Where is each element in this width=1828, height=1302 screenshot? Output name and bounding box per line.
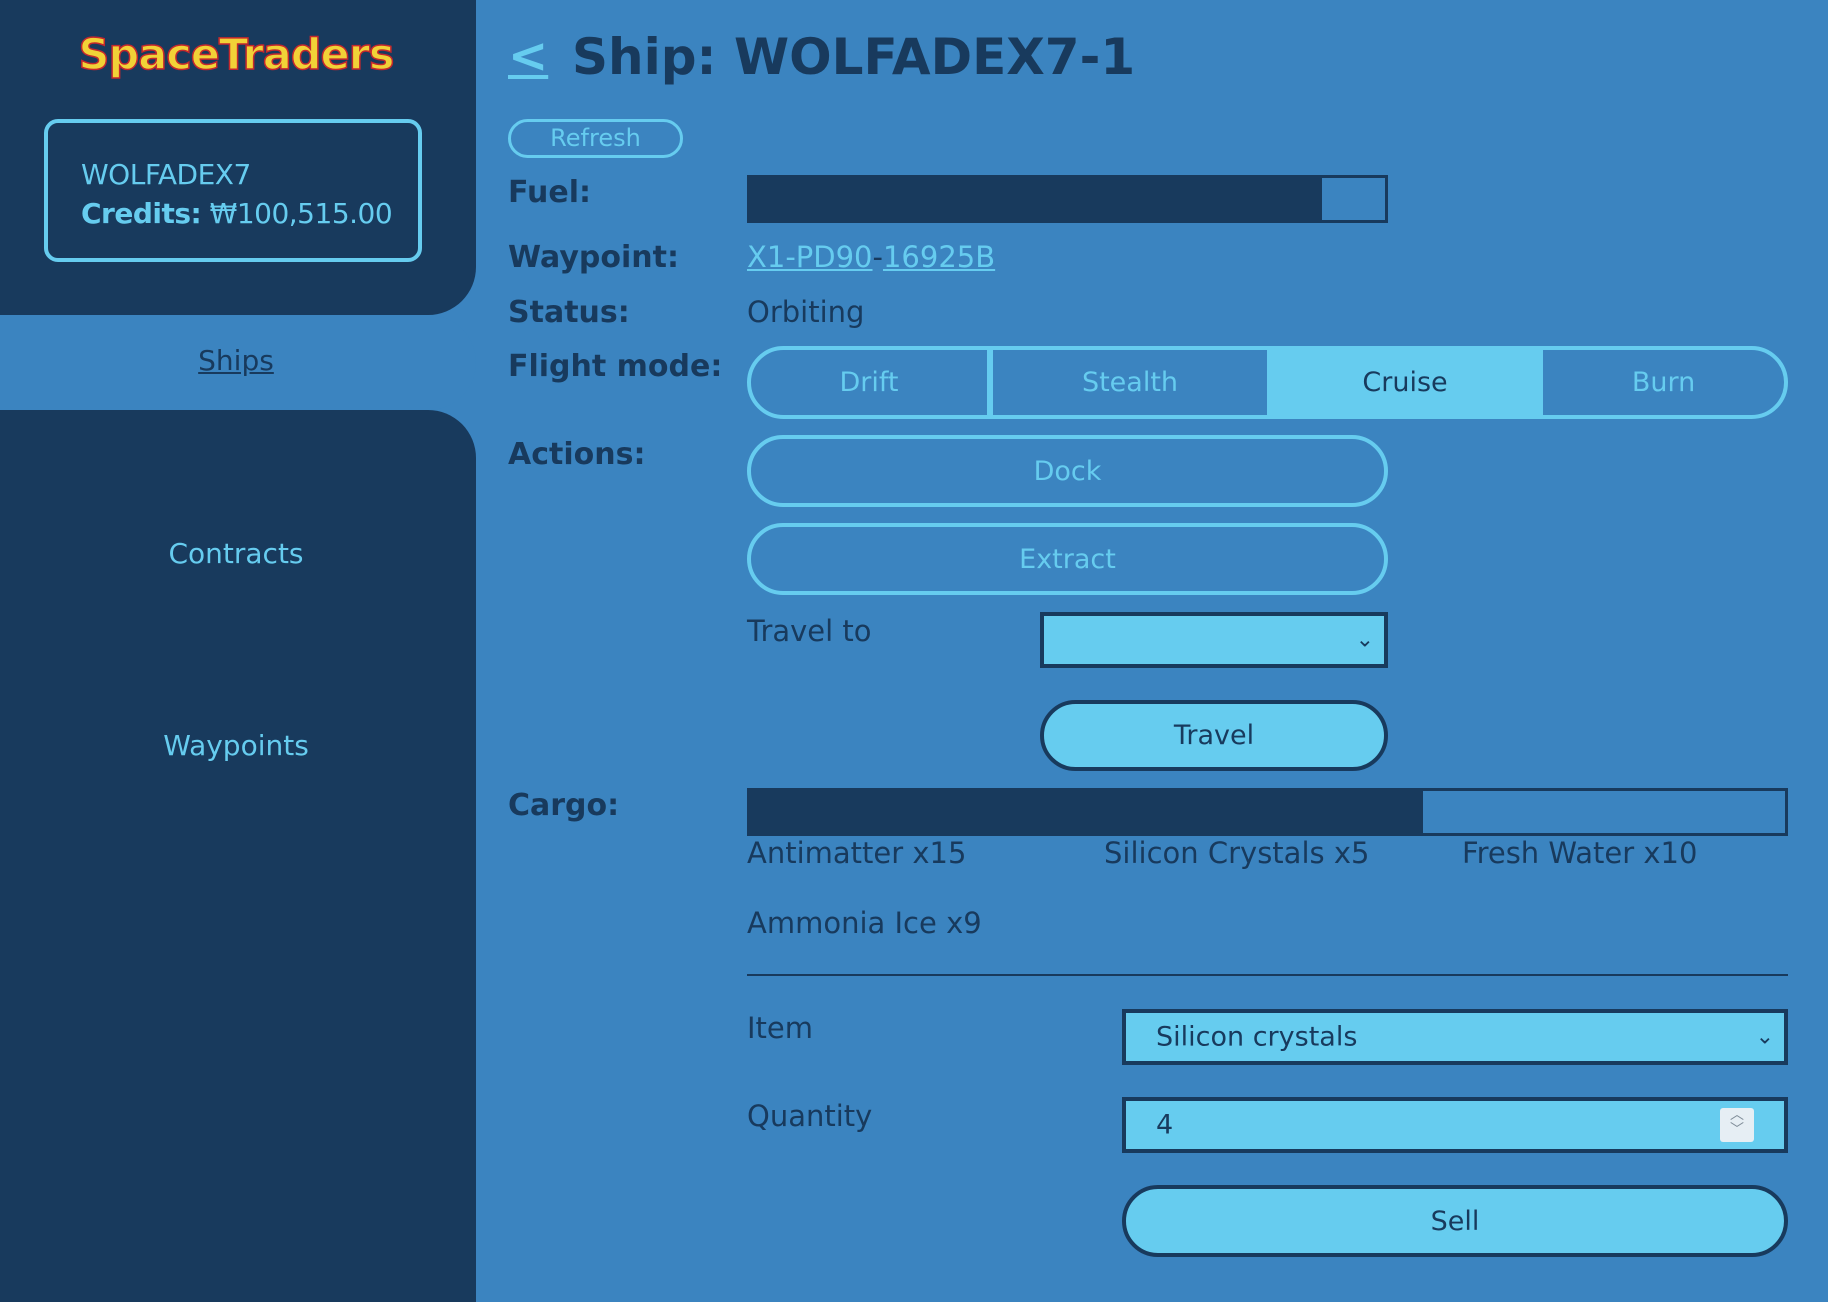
flight-mode-selector: Drift Stealth Cruise Burn — [747, 346, 1788, 419]
waypoint-id-link[interactable]: 16925B — [883, 240, 995, 274]
back-link[interactable]: < — [508, 28, 548, 84]
quantity-stepper-icon[interactable]: ︿ ﹀ — [1720, 1108, 1754, 1142]
cargo-item: Fresh Water x10 — [1462, 836, 1698, 870]
flight-mode-drift[interactable]: Drift — [751, 350, 993, 415]
account-username: WOLFADEX7 — [81, 158, 251, 191]
nav-item-waypoints[interactable]: Waypoints — [0, 729, 472, 762]
travel-to-label: Travel to — [747, 614, 872, 648]
app-logo: SpaceTraders — [78, 29, 396, 81]
item-label: Item — [747, 1011, 814, 1045]
fuel-label: Fuel: — [508, 175, 591, 210]
waypoint-separator: - — [872, 240, 883, 274]
quantity-input[interactable]: 4 ︿ ﹀ — [1122, 1097, 1788, 1153]
dock-button[interactable]: Dock — [747, 435, 1388, 507]
flight-mode-burn[interactable]: Burn — [1543, 350, 1784, 415]
item-select[interactable]: Silicon crystals ⌄ — [1122, 1009, 1788, 1065]
account-card: WOLFADEX7 Credits: ₩100,515.00 — [44, 119, 422, 262]
sidebar: SpaceTraders WOLFADEX7 Credits: ₩100,515… — [0, 0, 476, 1302]
flight-mode-stealth[interactable]: Stealth — [993, 350, 1267, 415]
status-label: Status: — [508, 295, 630, 330]
cargo-bar-fill — [750, 791, 1423, 833]
quantity-value: 4 — [1156, 1109, 1174, 1141]
waypoint-system-link[interactable]: X1-PD90 — [747, 240, 873, 274]
fuel-bar — [747, 175, 1388, 223]
travel-to-select[interactable]: ⌄ — [1040, 612, 1388, 668]
quantity-label: Quantity — [747, 1099, 873, 1133]
waypoint-value: X1-PD90-16925B — [747, 240, 995, 274]
flight-mode-label: Flight mode: — [508, 349, 723, 384]
cargo-item: Antimatter x15 — [747, 836, 967, 870]
cargo-divider — [747, 974, 1788, 976]
waypoint-label: Waypoint: — [508, 240, 679, 275]
item-select-value: Silicon crystals — [1156, 1021, 1358, 1053]
chevron-down-icon: ⌄ — [1755, 1024, 1774, 1050]
fuel-bar-fill — [750, 178, 1322, 220]
cargo-item: Silicon Crystals x5 — [1104, 836, 1370, 870]
refresh-button[interactable]: Refresh — [508, 119, 683, 158]
account-credits: Credits: ₩100,515.00 — [81, 197, 393, 230]
credits-label: Credits: — [81, 197, 202, 230]
page-title: Ship: WOLFADEX7-1 — [572, 28, 1136, 86]
cargo-item: Ammonia Ice x9 — [747, 906, 982, 940]
actions-label: Actions: — [508, 437, 646, 472]
extract-button[interactable]: Extract — [747, 523, 1388, 595]
sell-button[interactable]: Sell — [1122, 1185, 1788, 1257]
nav-item-ships[interactable]: Ships — [0, 344, 472, 377]
chevron-down-icon: ⌄ — [1355, 627, 1374, 653]
flight-mode-cruise[interactable]: Cruise — [1267, 350, 1543, 415]
cargo-bar — [747, 788, 1788, 836]
credits-value: ₩100,515.00 — [209, 197, 393, 230]
status-value: Orbiting — [747, 295, 865, 329]
cargo-label: Cargo: — [508, 788, 620, 823]
nav-item-contracts[interactable]: Contracts — [0, 537, 472, 570]
travel-button[interactable]: Travel — [1040, 700, 1388, 771]
